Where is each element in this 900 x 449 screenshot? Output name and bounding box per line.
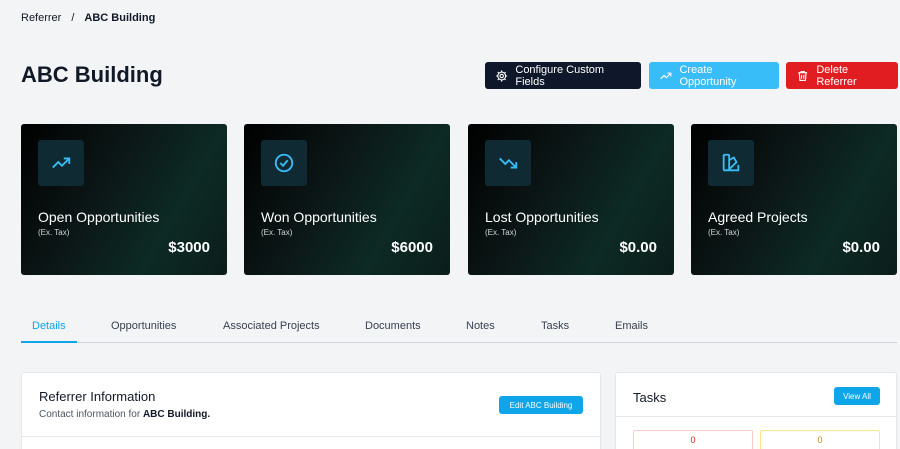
lost-opportunities-card: Lost Opportunities (Ex. Tax) $0.00: [468, 124, 674, 275]
card-label: Lost Opportunities: [485, 209, 599, 225]
tab-documents[interactable]: Documents: [365, 320, 421, 332]
pending-tasks-stat: 0: [760, 430, 880, 449]
agreed-projects-card: Agreed Projects (Ex. Tax) $0.00: [691, 124, 897, 275]
trending-up-icon: [660, 72, 672, 79]
referrer-information-panel: Referrer Information Contact information…: [21, 372, 601, 449]
check-circle-icon: [261, 140, 307, 186]
panel-subtitle-name: ABC Building.: [142, 409, 211, 420]
card-sublabel: (Ex. Tax): [261, 228, 293, 237]
configure-custom-fields-button[interactable]: Configure Custom Fields: [485, 62, 641, 89]
panel-subtitle: Contact information for ABC Building.: [39, 409, 210, 420]
breadcrumb-referrer-link[interactable]: Referrer: [21, 12, 61, 24]
panel-subtitle-prefix: Contact information for: [39, 409, 143, 420]
card-label: Won Opportunities: [261, 209, 377, 225]
active-tab-indicator: [21, 341, 77, 343]
tab-details[interactable]: Details: [32, 320, 66, 332]
open-opportunities-card: Open Opportunities (Ex. Tax) $3000: [21, 124, 227, 275]
panel-divider: [616, 416, 896, 417]
edit-referrer-button[interactable]: Edit ABC Building: [499, 396, 583, 414]
card-sublabel: (Ex. Tax): [708, 228, 740, 237]
tab-notes[interactable]: Notes: [466, 320, 495, 332]
tab-tasks[interactable]: Tasks: [541, 320, 569, 332]
gear-icon: [496, 69, 508, 82]
breadcrumb-separator: /: [71, 12, 75, 24]
swatch-icon: [708, 140, 754, 186]
tab-bar: Details Opportunities Associated Project…: [21, 312, 897, 343]
card-sublabel: (Ex. Tax): [485, 228, 517, 237]
overdue-tasks-stat: 0: [633, 430, 753, 449]
trash-icon: [798, 70, 808, 81]
pending-count: 0: [817, 435, 823, 445]
panel-divider: [22, 436, 600, 437]
tasks-panel: Tasks View All 0 0: [615, 372, 897, 449]
delete-referrer-label: Delete Referrer: [816, 63, 857, 88]
won-opportunities-card: Won Opportunities (Ex. Tax) $6000: [244, 124, 450, 275]
create-opportunity-button[interactable]: Create Opportunity: [649, 62, 779, 89]
tab-emails[interactable]: Emails: [615, 320, 648, 332]
page-title: ABC Building: [21, 62, 163, 87]
breadcrumb-current: ABC Building: [84, 12, 156, 24]
trending-up-icon: [38, 140, 84, 186]
trending-down-icon: [485, 140, 531, 186]
configure-custom-fields-label: Configure Custom Fields: [515, 63, 605, 88]
card-label: Open Opportunities: [38, 209, 160, 225]
delete-referrer-button[interactable]: Delete Referrer: [786, 62, 898, 89]
card-amount: $6000: [391, 239, 433, 256]
overdue-count: 0: [690, 435, 696, 445]
create-opportunity-label: Create Opportunity: [679, 63, 737, 88]
card-amount: $3000: [168, 239, 210, 256]
tasks-title: Tasks: [633, 390, 667, 405]
view-all-tasks-button[interactable]: View All: [834, 387, 880, 405]
card-amount: $0.00: [842, 239, 880, 256]
tab-opportunities[interactable]: Opportunities: [111, 320, 176, 332]
card-sublabel: (Ex. Tax): [38, 228, 70, 237]
tab-associated-projects[interactable]: Associated Projects: [223, 320, 320, 332]
panel-title: Referrer Information: [39, 389, 156, 404]
card-label: Agreed Projects: [708, 209, 808, 225]
breadcrumb: Referrer / ABC Building: [21, 12, 155, 24]
card-amount: $0.00: [619, 239, 657, 256]
